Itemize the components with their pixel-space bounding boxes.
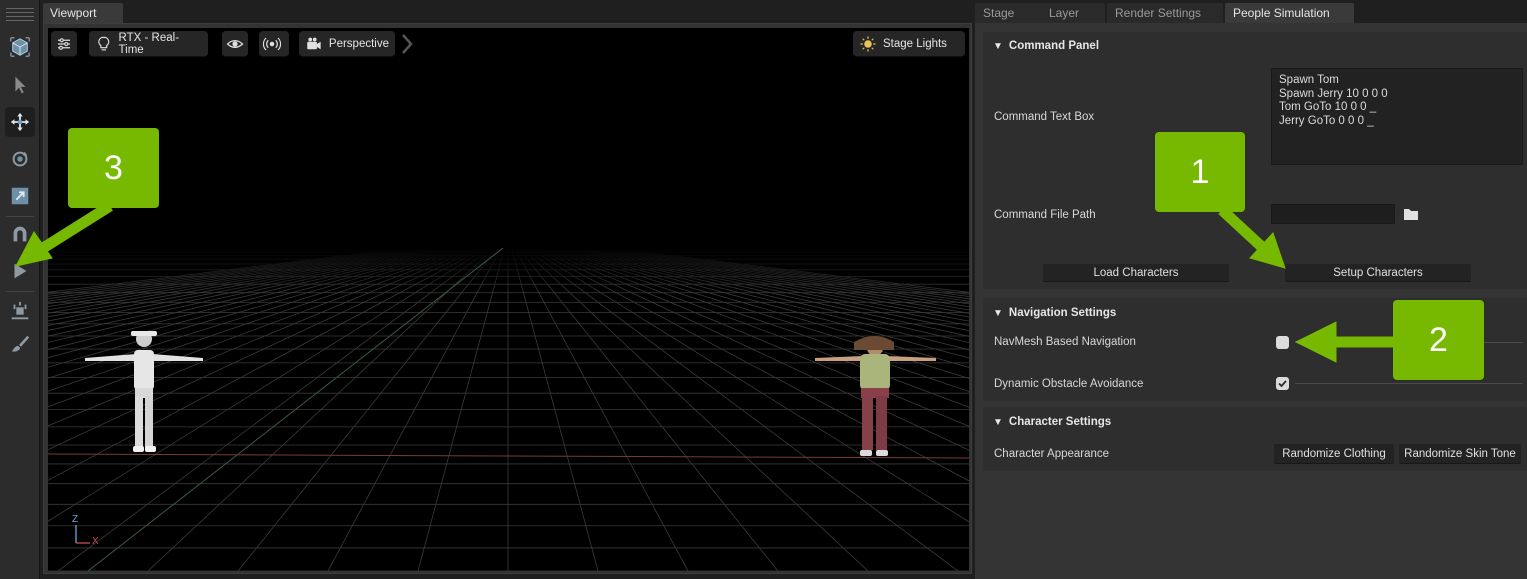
broadcast-button[interactable] xyxy=(259,31,289,57)
arrow-select-icon[interactable] xyxy=(5,70,35,100)
command-panel-title: Command Panel xyxy=(1008,40,1100,52)
randomize-skin-tone-button[interactable]: Randomize Skin Tone xyxy=(1399,444,1521,464)
tab-people-simulation[interactable]: People Simulation xyxy=(1225,3,1354,23)
dynamic-obstacle-avoidance-label: Dynamic Obstacle Avoidance xyxy=(994,378,1144,390)
character-appearance-label: Character Appearance xyxy=(994,448,1110,460)
visibility-button[interactable] xyxy=(222,31,248,57)
dynamic-obstacle-avoidance-checkbox[interactable] xyxy=(1276,377,1289,390)
folder-icon[interactable] xyxy=(1403,207,1419,221)
scale-icon[interactable] xyxy=(5,181,35,211)
collapse-triangle-icon: ▼ xyxy=(993,417,1003,428)
toolbar-separator xyxy=(6,216,34,217)
command-text-box[interactable]: Spawn Tom Spawn Jerry 10 0 0 0 Tom GoTo … xyxy=(1271,68,1523,165)
stage-lights-label: Stage Lights xyxy=(883,37,947,50)
snap-magnet-icon[interactable] xyxy=(5,219,35,249)
command-file-path-label: Command File Path xyxy=(994,209,1096,221)
broadcast-icon xyxy=(263,37,281,50)
renderer-button[interactable]: RTX - Real-Time xyxy=(89,31,208,57)
viewport-tab[interactable]: Viewport xyxy=(43,3,123,23)
app-window: Viewport Z X RTX - Real-Time Perspective… xyxy=(0,0,1527,579)
eye-icon xyxy=(226,39,244,48)
navmesh-navigation-checkbox[interactable] xyxy=(1276,336,1289,349)
expand-chevron-icon[interactable] xyxy=(400,33,414,55)
movie-camera-icon xyxy=(307,37,321,49)
toolbar-grip-line xyxy=(6,20,34,21)
command-file-path-input[interactable] xyxy=(1271,204,1395,224)
character-settings-title: Character Settings xyxy=(1008,416,1112,428)
viewport-scene xyxy=(48,247,969,571)
sliders-icon xyxy=(58,37,70,50)
cube-select-icon[interactable] xyxy=(5,32,35,62)
camera-label: Perspective xyxy=(328,37,389,50)
stage-lights-button[interactable]: Stage Lights xyxy=(853,31,965,57)
left-toolbar xyxy=(0,0,40,579)
move-icon[interactable] xyxy=(5,107,35,137)
row-divider xyxy=(1295,383,1523,384)
paint-brush-icon[interactable] xyxy=(5,329,35,359)
tab-stage[interactable]: Stage xyxy=(975,3,1043,23)
command-panel-header[interactable]: ▼ Command Panel xyxy=(993,40,1099,52)
sun-icon xyxy=(860,36,876,51)
load-characters-button[interactable]: Load Characters xyxy=(1043,264,1229,282)
toolbar-grip-line xyxy=(6,12,34,13)
character-jerry[interactable] xyxy=(815,336,936,456)
checkmark-icon xyxy=(1278,380,1287,388)
setup-characters-button[interactable]: Setup Characters xyxy=(1285,264,1471,282)
callout-2: 2 xyxy=(1393,300,1484,380)
play-icon[interactable] xyxy=(5,256,35,286)
toolbar-grip[interactable] xyxy=(6,8,34,9)
character-settings-section: ▼ Character Settings Character Appearance… xyxy=(983,407,1527,471)
collapse-triangle-icon: ▼ xyxy=(993,308,1003,319)
camera-button[interactable]: Perspective xyxy=(299,31,395,57)
tab-layer[interactable]: Layer xyxy=(1041,3,1105,23)
callout-1: 1 xyxy=(1155,132,1245,212)
toolbar-grip-line xyxy=(6,16,34,17)
rotate-icon[interactable] xyxy=(5,144,35,174)
command-text-box-label: Command Text Box xyxy=(994,111,1095,123)
x-axis-line xyxy=(48,453,969,459)
randomize-clothing-button[interactable]: Randomize Clothing xyxy=(1274,444,1394,464)
toolbar-separator xyxy=(6,291,34,292)
axis-gizmo xyxy=(75,525,90,544)
command-panel-section: ▼ Command Panel Command Text Box Spawn To… xyxy=(983,32,1527,289)
navigation-settings-title: Navigation Settings xyxy=(1008,307,1117,319)
axis-z-label: Z xyxy=(72,514,79,525)
renderer-label: RTX - Real-Time xyxy=(118,31,180,56)
navigation-settings-header[interactable]: ▼ Navigation Settings xyxy=(993,307,1116,319)
viewport-settings-button[interactable] xyxy=(51,31,77,57)
viewport-canvas[interactable]: Z X RTX - Real-Time Perspective Stage Li… xyxy=(48,28,969,571)
character-settings-header[interactable]: ▼ Character Settings xyxy=(993,416,1111,428)
navmesh-navigation-label: NavMesh Based Navigation xyxy=(994,336,1136,348)
callout-3: 3 xyxy=(68,128,159,208)
axis-x-label: X xyxy=(92,536,99,547)
physics-icon[interactable] xyxy=(5,296,35,326)
lightbulb-icon xyxy=(98,36,110,50)
collapse-triangle-icon: ▼ xyxy=(993,41,1003,52)
tab-render-settings[interactable]: Render Settings xyxy=(1107,3,1223,23)
